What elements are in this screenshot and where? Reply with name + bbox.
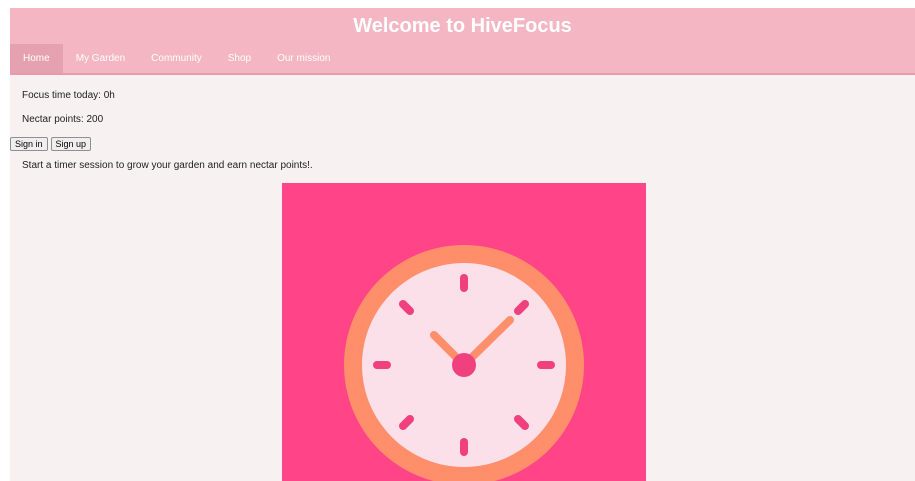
nav-item-community[interactable]: Community [138, 44, 215, 73]
nav-item-my-garden[interactable]: My Garden [63, 44, 138, 73]
site-header: Welcome to HiveFocus [10, 8, 915, 44]
sign-in-button[interactable]: Sign in [10, 137, 48, 151]
page: Welcome to HiveFocus Home My Garden Comm… [10, 8, 915, 481]
sign-up-button[interactable]: Sign up [50, 137, 92, 151]
nectar-points-text: Nectar points: 200 [22, 114, 104, 125]
nav-item-shop[interactable]: Shop [215, 44, 264, 73]
hero-image [282, 183, 646, 481]
nav-item-our-mission[interactable]: Our mission [264, 44, 343, 73]
clock-icon [344, 245, 584, 481]
focus-time-text: Focus time today: 0h [22, 90, 115, 101]
page-title: Welcome to HiveFocus [353, 14, 572, 37]
intro-text: Start a timer session to grow your garde… [22, 160, 313, 171]
auth-buttons: Sign in Sign up [10, 137, 92, 151]
nav-item-home[interactable]: Home [10, 44, 63, 73]
main-nav: Home My Garden Community Shop Our missio… [10, 44, 915, 75]
